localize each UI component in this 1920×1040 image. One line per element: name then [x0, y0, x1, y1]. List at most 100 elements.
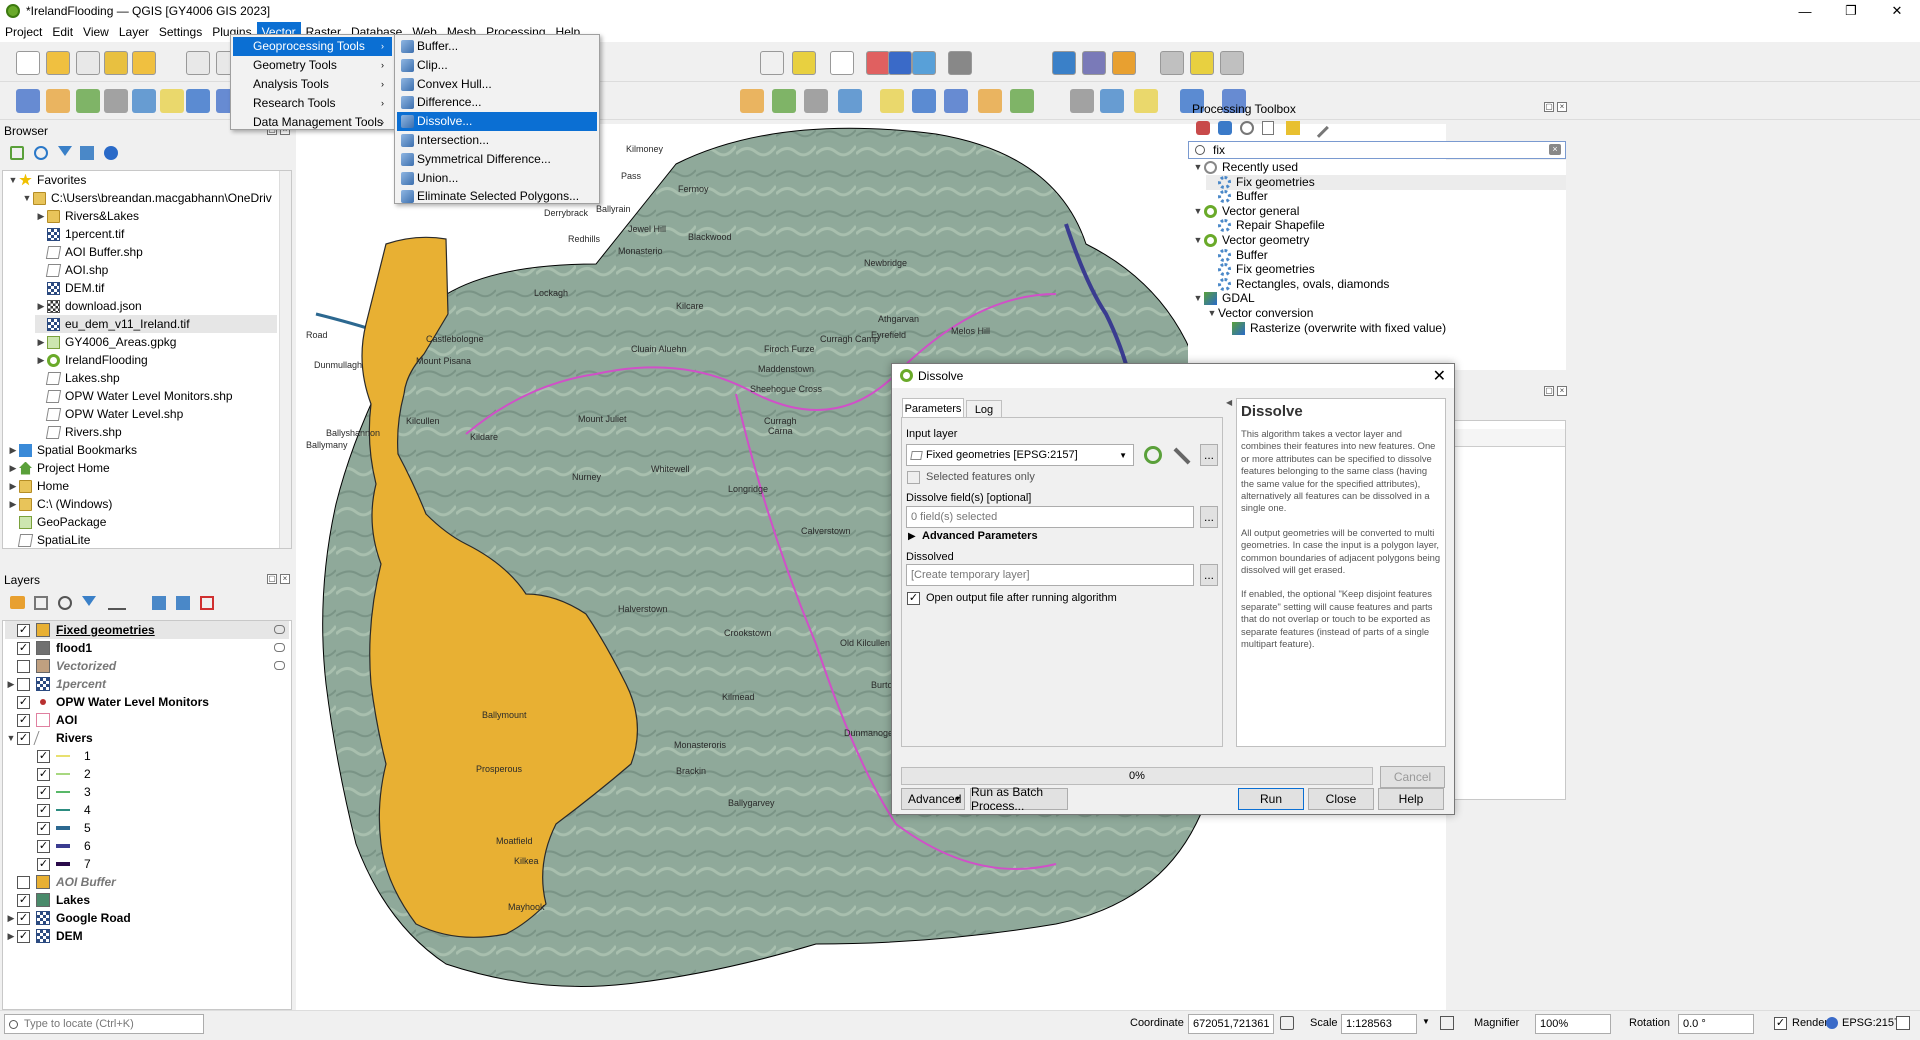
toolbox-item[interactable]: ▼ Recently used	[1192, 160, 1566, 175]
add-group-icon[interactable]	[34, 596, 48, 610]
toolbar-2-icon[interactable]	[944, 89, 968, 113]
river-class-item[interactable]: ✓ 1	[37, 747, 91, 765]
layer-visibility-checkbox[interactable]: ✓	[17, 893, 30, 907]
toolbox-item[interactable]: ▼ Vector general	[1192, 204, 1566, 219]
collapse-icon[interactable]	[80, 146, 94, 160]
toolbar-2-icon[interactable]	[186, 89, 210, 113]
run-button[interactable]: Run	[1238, 788, 1304, 810]
river-class-item[interactable]: ✓ 3	[37, 783, 91, 801]
geoprocessing-menu-symmetrical-difference[interactable]: Symmetrical Difference...	[397, 150, 597, 169]
menu-view[interactable]: View	[78, 22, 114, 42]
geoprocessing-menu-dissolve[interactable]: Dissolve...	[397, 112, 597, 132]
browser-item[interactable]: eu_dem_v11_Ireland.tif	[35, 315, 277, 333]
collapsed-arrow-icon[interactable]: ▶	[7, 441, 19, 459]
toolbar-2-icon[interactable]	[772, 89, 796, 113]
results-float-icon[interactable]: ▢	[1544, 386, 1554, 396]
layer-item[interactable]: ✓ AOI	[5, 711, 289, 729]
geoprocessing-menu-intersection[interactable]: Intersection...	[397, 131, 597, 150]
river-class-item[interactable]: ✓ 4	[37, 801, 91, 819]
river-class-checkbox[interactable]: ✓	[37, 767, 50, 781]
temporary-layer-icon[interactable]	[274, 661, 285, 670]
magnifier-input[interactable]: 100%	[1535, 1014, 1611, 1034]
river-class-checkbox[interactable]: ✓	[37, 857, 50, 871]
messages-icon[interactable]	[1896, 1016, 1910, 1030]
tab-log[interactable]: Log	[966, 400, 1002, 418]
toolbar-1-icon[interactable]	[46, 51, 70, 75]
toolbar-1-icon[interactable]	[104, 51, 128, 75]
advanced-parameters-toggle[interactable]: Advanced Parameters	[922, 530, 1038, 542]
browser-item[interactable]: SpatiaLite	[7, 531, 90, 549]
toolbox-item[interactable]: Fix geometries	[1206, 174, 1566, 190]
toolbar-1-icon[interactable]	[830, 51, 854, 75]
close-button[interactable]: Close	[1308, 788, 1374, 810]
options-icon[interactable]	[1309, 118, 1329, 138]
input-layer-browse-button[interactable]: ...	[1200, 444, 1218, 466]
lock-scale-icon[interactable]	[1440, 1016, 1454, 1030]
edit-features-icon[interactable]	[1286, 121, 1300, 135]
toolbar-1-icon[interactable]	[948, 51, 972, 75]
toolbar-1-icon[interactable]	[866, 51, 890, 75]
toolbar-2-icon[interactable]	[1100, 89, 1124, 113]
geoprocessing-menu-union[interactable]: Union...	[397, 169, 597, 188]
scale-dropdown-icon[interactable]: ▼	[1422, 1017, 1430, 1026]
browser-item[interactable]: ▶ GY4006_Areas.gpkg	[35, 333, 177, 351]
expand-arrow-icon[interactable]: ▼	[1206, 306, 1218, 321]
vector-menu-data-management-tools[interactable]: Data Management Tools ›	[233, 113, 392, 132]
tab-parameters[interactable]: Parameters	[902, 398, 964, 418]
add-icon[interactable]	[10, 146, 24, 160]
collapse-help-icon[interactable]: ◀	[1226, 398, 1232, 407]
vector-menu-geometry-tools[interactable]: Geometry Tools ›	[233, 56, 392, 75]
geoprocessing-menu-clip[interactable]: Clip...	[397, 56, 597, 75]
toolbar-2-icon[interactable]	[1070, 89, 1094, 113]
toolbox-item[interactable]: Buffer	[1206, 248, 1566, 263]
river-class-checkbox[interactable]: ✓	[37, 821, 50, 835]
browser-item[interactable]: ▼ Favorites	[7, 171, 87, 189]
filter-legend-icon[interactable]	[82, 596, 96, 610]
rotation-input[interactable]: 0.0 °	[1678, 1014, 1754, 1034]
collapsed-arrow-icon[interactable]: ▶	[35, 333, 47, 351]
layer-item[interactable]: Vectorized	[5, 657, 289, 675]
river-class-checkbox[interactable]: ✓	[37, 749, 50, 763]
layer-item[interactable]: ✓ flood1	[5, 639, 289, 657]
extents-icon[interactable]	[1280, 1016, 1294, 1030]
close-window-button[interactable]: ✕	[1874, 0, 1920, 22]
models-icon[interactable]	[1196, 121, 1210, 135]
toolbox-item[interactable]: ▼ Vector conversion	[1206, 306, 1566, 321]
toolbar-1-icon[interactable]	[792, 51, 816, 75]
toolbar-2-icon[interactable]	[1134, 89, 1158, 113]
river-class-checkbox[interactable]: ✓	[37, 803, 50, 817]
layer-visibility-checkbox[interactable]	[17, 875, 30, 889]
layer-item[interactable]: ▶ ✓ DEM	[5, 927, 289, 945]
scale-input[interactable]: 1:128563	[1341, 1014, 1417, 1034]
toolbox-item[interactable]: ▼ GDAL	[1192, 291, 1566, 306]
river-class-item[interactable]: ✓ 6	[37, 837, 91, 855]
toolbar-2-icon[interactable]	[804, 89, 828, 113]
layer-item[interactable]: ✓ Lakes	[5, 891, 289, 909]
toolbar-2-icon[interactable]	[912, 89, 936, 113]
results-close-icon[interactable]: ×	[1557, 386, 1567, 396]
layer-visibility-checkbox[interactable]: ✓	[17, 929, 30, 943]
toolbar-2-icon[interactable]	[132, 89, 156, 113]
collapsed-arrow-icon[interactable]: ▶	[7, 459, 19, 477]
layer-visibility-checkbox[interactable]	[17, 677, 30, 691]
filter-icon[interactable]	[58, 146, 72, 160]
browser-item[interactable]: ▶ Home	[7, 477, 69, 495]
expanded-arrow-icon[interactable]: ▼	[21, 189, 33, 207]
coordinate-input[interactable]: 672051,721361	[1188, 1014, 1274, 1034]
menu-layer[interactable]: Layer	[114, 22, 154, 42]
toolbar-1-icon[interactable]	[1220, 51, 1244, 75]
dissolve-field-browse-button[interactable]: ...	[1200, 506, 1218, 528]
geoprocessing-menu-eliminate-selected-polygons[interactable]: Eliminate Selected Polygons...	[397, 187, 597, 206]
expand-arrow-icon[interactable]: ▼	[5, 729, 17, 747]
toolbox-close-icon[interactable]: ×	[1557, 102, 1567, 112]
visibility-icon[interactable]	[58, 596, 72, 610]
toolbox-item[interactable]: Rasterize (overwrite with fixed value)	[1220, 321, 1566, 336]
layer-item[interactable]: ▶ 1percent	[5, 675, 289, 693]
browser-item[interactable]: ▶ Project Home	[7, 459, 110, 477]
expand-arrow-icon[interactable]: ▼	[1192, 291, 1204, 306]
browser-item[interactable]: OPW Water Level.shp	[35, 405, 183, 423]
collapsed-arrow-icon[interactable]: ▶	[7, 495, 19, 513]
run-as-batch-button[interactable]: Run as Batch Process...	[970, 785, 1068, 813]
wrench-icon[interactable]	[1173, 447, 1191, 465]
filter-expression-icon[interactable]	[108, 596, 126, 610]
